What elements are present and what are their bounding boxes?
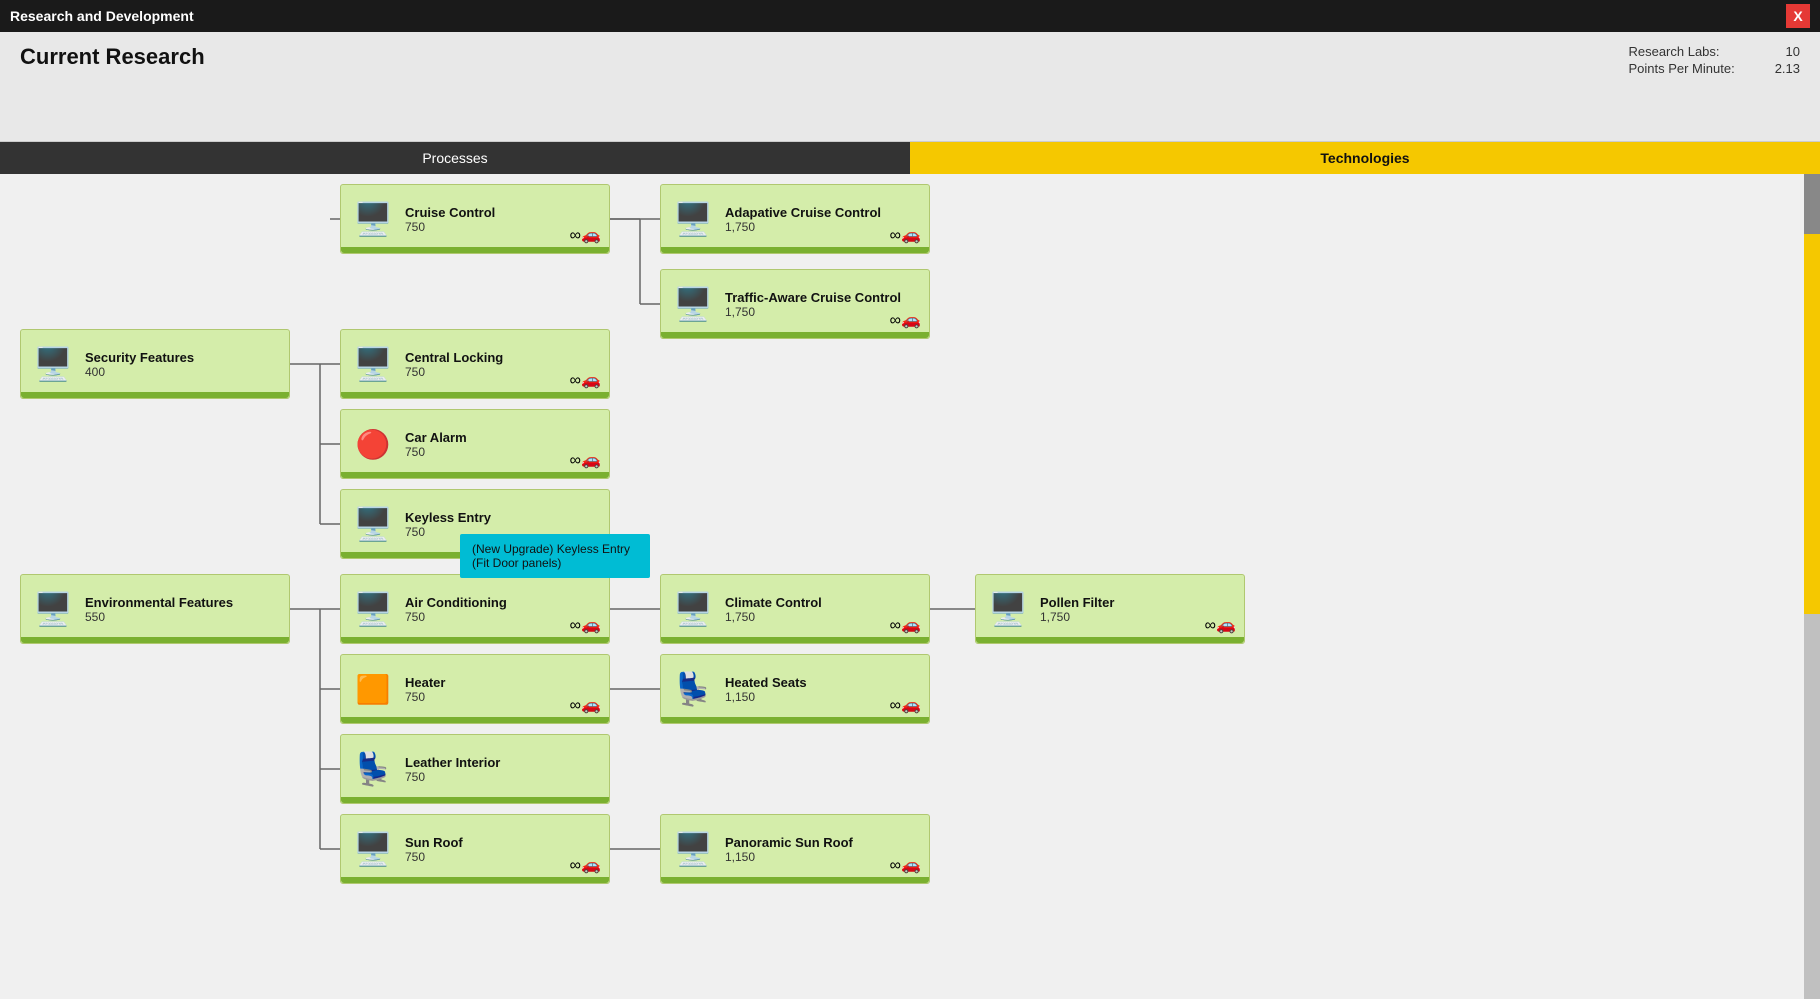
keyless-entry-tooltip: (New Upgrade) Keyless Entry (Fit Door pa… (460, 534, 650, 578)
node-cruise-control[interactable]: 🖥️ Cruise Control 750 ∞🚗 (340, 184, 610, 254)
node-traffic-aware[interactable]: 🖥️ Traffic-Aware Cruise Control 1,750 ∞🚗 (660, 269, 930, 339)
scrollbar-bottom (1804, 614, 1820, 999)
research-labs-value: 10 (1786, 44, 1800, 59)
main-content[interactable]: 🖥️ Cruise Control 750 ∞🚗 🖥️ Adapative Cr… (0, 174, 1820, 999)
keyless-entry-icon: 🖥️ (349, 500, 397, 548)
title-bar: Research and Development X (0, 0, 1820, 32)
scrollbar-thumb[interactable] (1804, 174, 1820, 234)
environmental-features-icon: 🖥️ (29, 585, 77, 633)
pollen-filter-icon: 🖥️ (984, 585, 1032, 633)
cruise-control-icon: 🖥️ (349, 195, 397, 243)
tab-processes[interactable]: Processes (0, 142, 910, 174)
tab-bar: Processes Technologies (0, 142, 1820, 174)
leather-interior-icon: 💺 (349, 745, 397, 793)
node-heated-seats[interactable]: 💺 Heated Seats 1,150 ∞🚗 (660, 654, 930, 724)
node-pollen-filter[interactable]: 🖥️ Pollen Filter 1,750 ∞🚗 (975, 574, 1245, 644)
node-central-locking[interactable]: 🖥️ Central Locking 750 ∞🚗 (340, 329, 610, 399)
node-adaptive-cruise[interactable]: 🖥️ Adapative Cruise Control 1,750 ∞🚗 (660, 184, 930, 254)
app-title: Research and Development (10, 8, 194, 24)
node-security-features[interactable]: 🖥️ Security Features 400 (20, 329, 290, 399)
node-air-conditioning[interactable]: 🖥️ Air Conditioning 750 ∞🚗 (340, 574, 610, 644)
security-features-icon: 🖥️ (29, 340, 77, 388)
node-heater[interactable]: 🟧 Heater 750 ∞🚗 (340, 654, 610, 724)
sun-roof-icon: 🖥️ (349, 825, 397, 873)
scrollbar-yellow (1804, 234, 1820, 614)
page-title: Current Research (20, 44, 205, 70)
central-locking-icon: 🖥️ (349, 340, 397, 388)
panoramic-sun-roof-icon: 🖥️ (669, 825, 717, 873)
points-per-minute-value: 2.13 (1775, 61, 1800, 76)
research-labs-label: Research Labs: (1628, 44, 1719, 59)
node-leather-interior[interactable]: 💺 Leather Interior 750 (340, 734, 610, 804)
points-per-minute-label: Points Per Minute: (1628, 61, 1734, 76)
node-environmental-features[interactable]: 🖥️ Environmental Features 550 (20, 574, 290, 644)
scrollbar-track[interactable] (1804, 174, 1820, 999)
climate-control-icon: 🖥️ (669, 585, 717, 633)
header: Current Research Research Labs: 10 Point… (0, 32, 1820, 142)
node-panoramic-sun-roof[interactable]: 🖥️ Panoramic Sun Roof 1,150 ∞🚗 (660, 814, 930, 884)
heater-icon: 🟧 (349, 665, 397, 713)
traffic-aware-icon: 🖥️ (669, 280, 717, 328)
heated-seats-icon: 💺 (669, 665, 717, 713)
tab-technologies[interactable]: Technologies (910, 142, 1820, 174)
tree-container: 🖥️ Cruise Control 750 ∞🚗 🖥️ Adapative Cr… (0, 174, 1800, 999)
node-climate-control[interactable]: 🖥️ Climate Control 1,750 ∞🚗 (660, 574, 930, 644)
research-stats: Research Labs: 10 Points Per Minute: 2.1… (1628, 44, 1800, 78)
adaptive-cruise-icon: 🖥️ (669, 195, 717, 243)
air-conditioning-icon: 🖥️ (349, 585, 397, 633)
node-sun-roof[interactable]: 🖥️ Sun Roof 750 ∞🚗 (340, 814, 610, 884)
car-alarm-icon: 🔴 (349, 420, 397, 468)
close-button[interactable]: X (1786, 4, 1810, 28)
node-car-alarm[interactable]: 🔴 Car Alarm 750 ∞🚗 (340, 409, 610, 479)
